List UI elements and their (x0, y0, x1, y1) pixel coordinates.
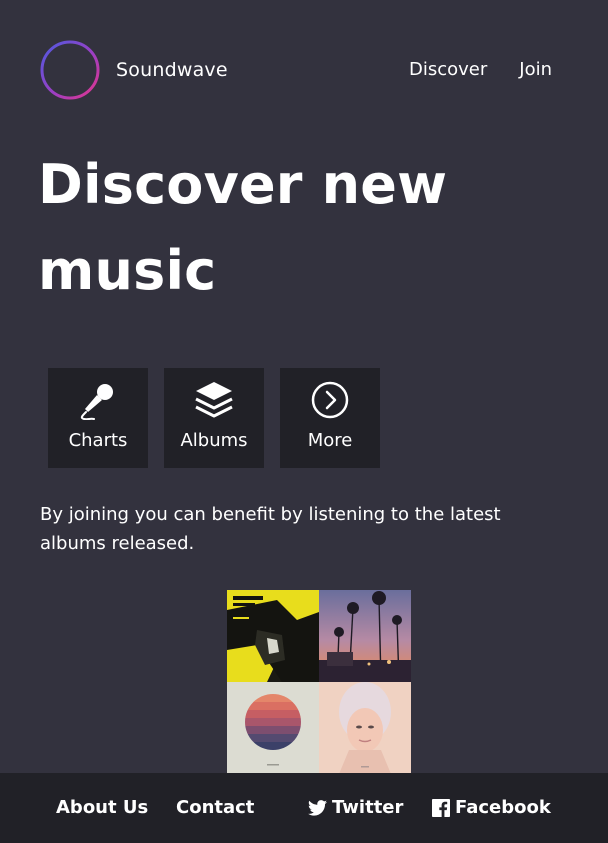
twitter-icon (308, 800, 327, 816)
footer-contact-link[interactable]: Contact (176, 796, 254, 820)
hero-title: Discover new music (38, 153, 448, 302)
more-tile[interactable]: More (280, 368, 380, 468)
layers-icon (195, 382, 233, 418)
facebook-label: Facebook (455, 797, 551, 818)
album-cover-2[interactable] (319, 590, 411, 682)
nav-discover-link[interactable]: Discover (409, 57, 487, 83)
main-nav: Discover Join (409, 57, 552, 83)
twitter-label: Twitter (332, 797, 404, 818)
albums-tile[interactable]: Albums (164, 368, 264, 468)
albums-label: Albums (180, 430, 248, 451)
footer-twitter-link[interactable]: Twitter (308, 796, 403, 820)
footer: About Us Contact Twitter Facebook (0, 773, 608, 843)
album-cover-3[interactable] (227, 682, 319, 774)
facebook-icon (432, 799, 450, 817)
charts-tile[interactable]: Charts (48, 368, 148, 468)
brand-name[interactable]: Soundwave (116, 57, 228, 83)
footer-about-link[interactable]: About Us (56, 796, 148, 820)
feature-tiles: Charts Albums More (48, 368, 380, 468)
join-description: By joining you can benefit by listening … (40, 504, 501, 554)
footer-facebook-link[interactable]: Facebook (432, 796, 551, 820)
more-label: More (307, 430, 353, 451)
microphone-icon (80, 384, 113, 420)
album-collage (227, 590, 411, 774)
chevron-right-circle-icon (311, 381, 349, 419)
soundwave-logo-icon[interactable] (40, 40, 100, 100)
nav-join-link[interactable]: Join (519, 57, 552, 83)
album-cover-4[interactable] (319, 682, 411, 774)
charts-label: Charts (68, 430, 128, 451)
album-cover-1[interactable] (227, 590, 319, 682)
header: Soundwave Discover Join (40, 40, 568, 100)
page: Soundwave Discover Join Discover new mus… (0, 0, 608, 843)
